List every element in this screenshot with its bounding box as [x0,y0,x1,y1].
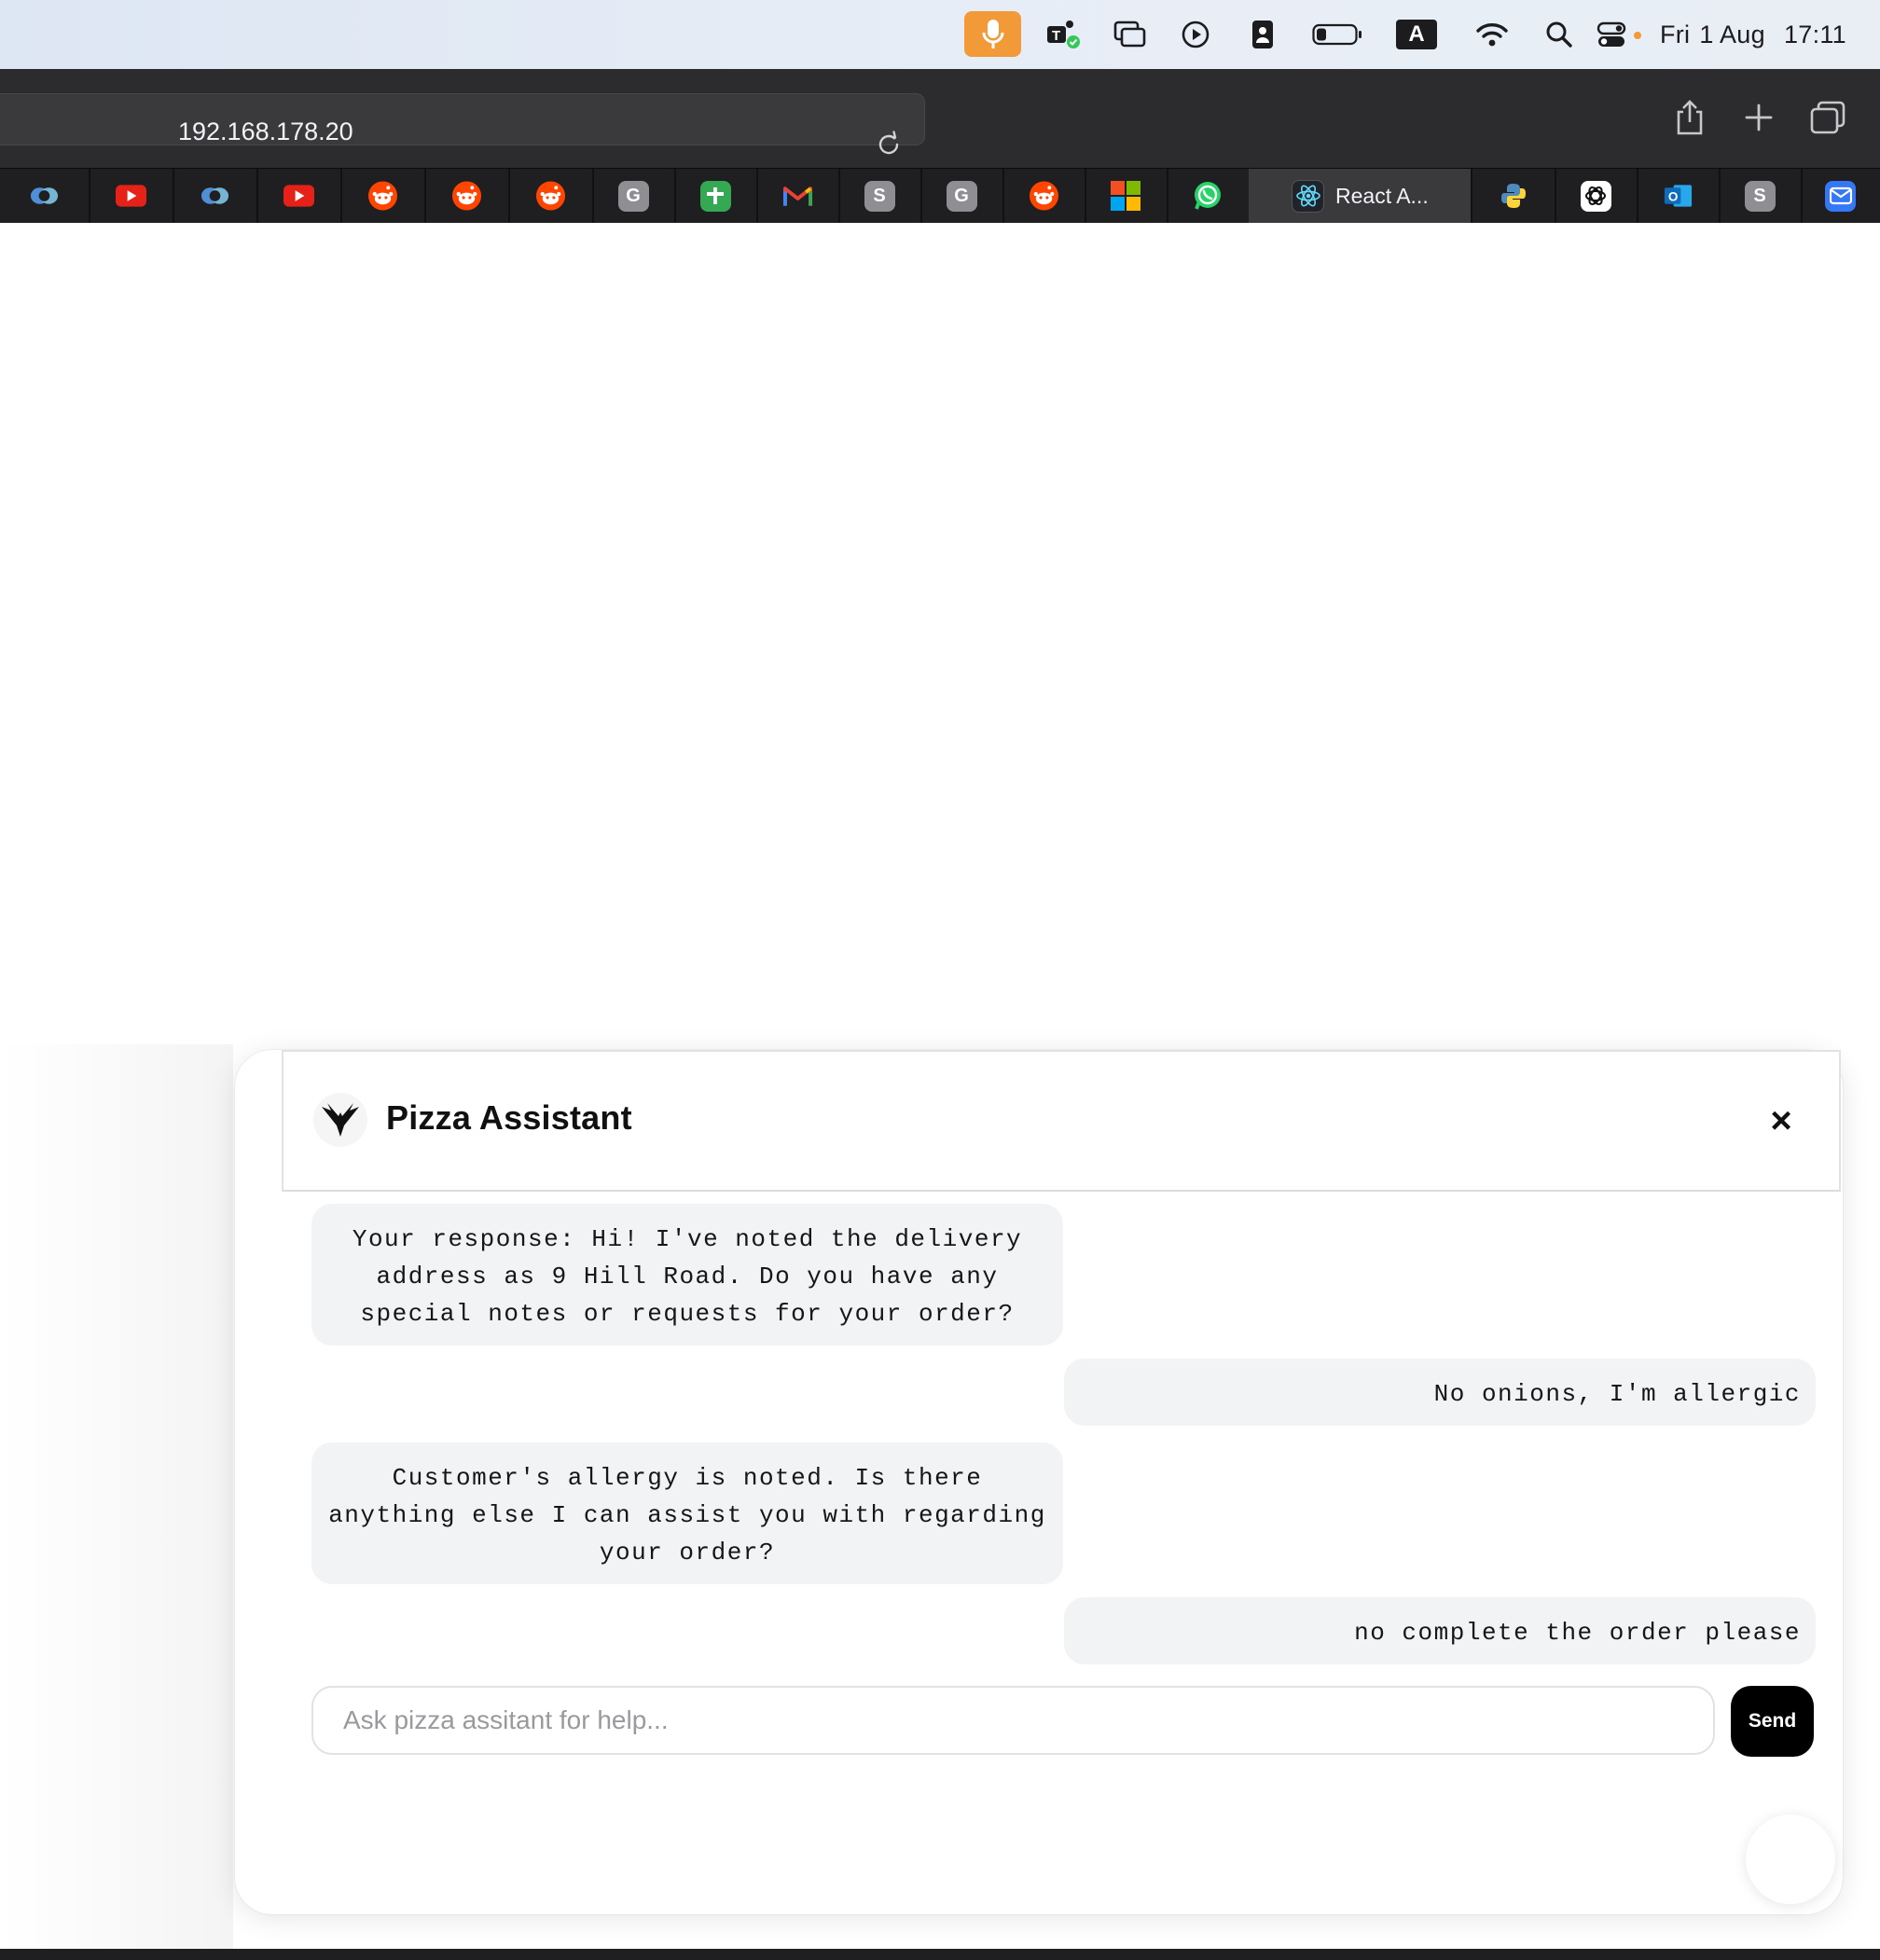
whatsapp-icon [1193,181,1223,212]
tab-s[interactable]: S [838,169,922,223]
tab-copilot[interactable] [0,169,90,223]
tab-mail[interactable] [1801,169,1880,223]
clock-date: 1 Aug [1699,20,1765,48]
microsoft-icon [1111,181,1141,212]
tab-strip: G S G React A... O S [0,168,1880,223]
microphone-icon[interactable] [964,11,1021,57]
tab-gmail[interactable] [756,169,840,223]
tab-reddit-3[interactable] [508,169,594,223]
s-icon: S [864,180,895,212]
tab-label: React A... [1335,183,1429,208]
reddit-icon [451,181,482,212]
tab-reddit-2[interactable] [424,169,510,223]
chatgpt-icon [1580,180,1611,212]
python-icon [1499,181,1529,212]
chat-header: Pizza Assistant × [282,1050,1841,1192]
clock-time: 17:11 [1783,20,1846,48]
battery-icon[interactable] [1309,13,1365,56]
chat-widget: Pizza Assistant × Your response: Hi! I'v… [235,1050,1843,1914]
reddit-icon [1029,181,1059,212]
browser-toolbar: 192.168.178.20 [0,69,1880,168]
tab-sheets[interactable] [674,169,758,223]
input-source-letter: A [1396,20,1437,49]
mail-icon [1825,180,1856,212]
g-icon: G [946,180,977,212]
menu-bar: T A Fri 1 Aug 17:11 [0,0,1880,69]
reddit-icon [367,181,398,212]
window-icon[interactable] [1110,13,1151,56]
wifi-icon[interactable] [1472,13,1513,56]
tab-g-2[interactable]: G [920,169,1004,223]
close-icon[interactable]: × [1761,1100,1802,1141]
tab-whatsapp[interactable] [1167,169,1251,223]
svg-text:T: T [1052,28,1060,44]
tab-s-2[interactable]: S [1719,169,1803,223]
url-text[interactable]: 192.168.178.20 [178,119,353,145]
tab-reddit[interactable] [340,169,426,223]
tab-youtube-2[interactable] [256,169,342,223]
window-bottom-edge [0,1949,1880,1960]
g-icon: G [617,180,649,212]
tab-g[interactable]: G [592,169,676,223]
svg-text:O: O [1667,189,1678,203]
share-icon[interactable] [1669,97,1710,138]
tab-react-app[interactable]: React A... [1249,169,1472,223]
page-background-shade [0,1044,233,1951]
tab-chatgpt[interactable] [1555,169,1638,223]
tab-youtube[interactable] [89,169,174,223]
search-icon[interactable] [1539,13,1580,56]
chat-toggle-button[interactable] [1746,1815,1835,1904]
new-tab-icon[interactable] [1738,97,1779,138]
copilot-icon [29,181,60,212]
tab-reddit-4[interactable] [1002,169,1086,223]
sheets-plus-icon [699,180,731,212]
chat-title: Pizza Assistant [386,1098,632,1137]
tab-python[interactable] [1472,169,1556,223]
user-message: No onions, I'm allergic [1064,1359,1816,1426]
play-icon[interactable] [1175,13,1216,56]
user-message: no complete the order please [1064,1597,1816,1664]
keyboard-input-a-icon[interactable]: A [1395,13,1438,56]
contact-icon[interactable] [1242,13,1283,56]
eagle-logo-icon [313,1093,367,1147]
reddit-icon [535,181,566,212]
chat-input[interactable] [311,1686,1715,1755]
outlook-icon: O [1663,181,1693,212]
bot-message: Your response: Hi! I've noted the delive… [311,1204,1063,1346]
control-center-icon[interactable] [1595,13,1647,56]
tab-microsoft[interactable] [1085,169,1168,223]
tab-overview-icon[interactable] [1807,97,1848,138]
tab-outlook[interactable]: O [1637,169,1721,223]
tab-copilot-2[interactable] [173,169,258,223]
youtube-icon [283,181,314,212]
react-icon [1292,179,1324,213]
copilot-icon [200,181,230,212]
bot-message: Customer's allergy is noted. Is there an… [311,1442,1063,1584]
gmail-icon [782,181,813,212]
clock-day: Fri [1659,20,1691,48]
reload-icon[interactable] [874,130,904,159]
s-icon: S [1744,180,1776,212]
address-bar[interactable]: 192.168.178.20 [0,93,925,155]
send-button[interactable]: Send [1731,1686,1814,1757]
youtube-icon [115,181,146,212]
teams-icon[interactable]: T [1043,13,1084,56]
menubar-clock[interactable]: Fri 1 Aug 17:11 [1660,15,1846,54]
